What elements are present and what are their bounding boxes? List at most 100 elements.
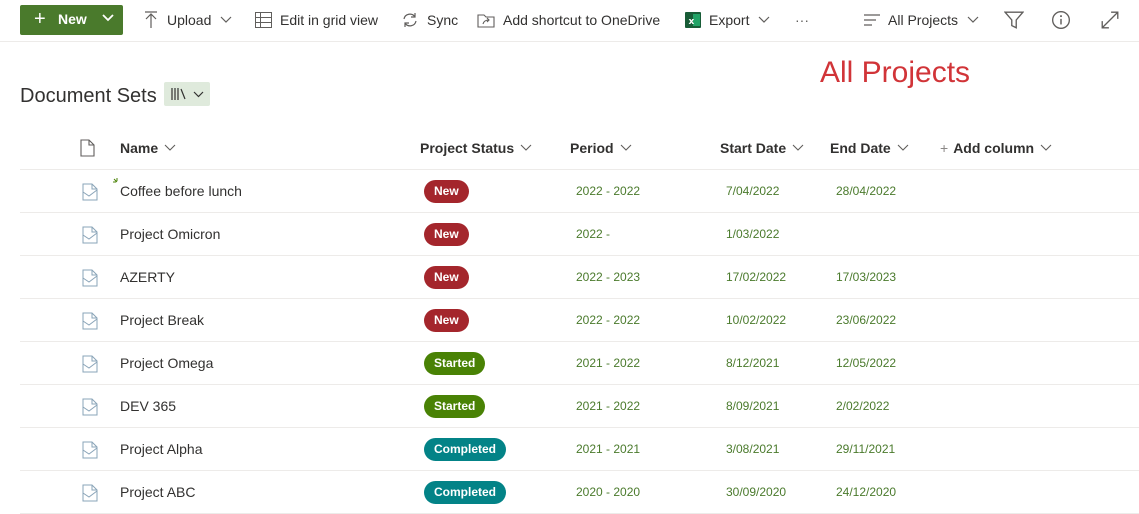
row-name[interactable]: Project Omicron xyxy=(120,226,220,242)
excel-icon: x xyxy=(685,12,701,28)
plus-icon: + xyxy=(34,8,46,30)
row-period: 2022 - 2022 xyxy=(576,313,641,327)
chevron-down-icon xyxy=(620,144,631,151)
more-icon: ··· xyxy=(795,12,809,28)
document-set-icon xyxy=(82,355,98,373)
status-badge: Started xyxy=(424,395,486,418)
row-end-date: 28/04/2022 xyxy=(836,184,897,198)
add-shortcut-onedrive-button[interactable]: Add shortcut to OneDrive xyxy=(477,0,660,40)
info-icon[interactable] xyxy=(1051,10,1071,30)
status-badge: Completed xyxy=(424,481,507,504)
row-start-date: 30/09/2020 xyxy=(726,485,787,499)
grid-icon xyxy=(255,12,272,28)
export-button[interactable]: x Export xyxy=(685,0,770,40)
chevron-down-icon xyxy=(759,16,770,23)
table-row[interactable]: DEV 365 Started 2021 - 2022 8/09/2021 2/02/2… xyxy=(20,385,1139,428)
page-title: Document Sets xyxy=(20,85,157,107)
row-name[interactable]: Project ABC xyxy=(120,484,195,500)
table-row[interactable]: Project Omega Started 2021 - 2022 8/12/2021… xyxy=(20,342,1139,385)
document-set-icon xyxy=(82,484,98,502)
row-period: 2022 - xyxy=(576,227,611,241)
view-title: All Projects xyxy=(820,56,971,89)
sync-icon xyxy=(403,13,417,27)
document-set-icon xyxy=(82,226,98,244)
chevron-down-icon xyxy=(967,16,979,23)
status-badge: Completed xyxy=(424,438,507,461)
edit-grid-view-button[interactable]: Edit in grid view xyxy=(255,0,378,40)
row-end-date: 12/05/2022 xyxy=(836,356,897,370)
row-name[interactable]: Project Omega xyxy=(120,355,213,371)
more-options-button[interactable]: ··· xyxy=(795,0,809,40)
file-type-icon[interactable] xyxy=(80,139,95,157)
chevron-down-icon xyxy=(102,14,114,22)
view-list-icon xyxy=(864,14,880,26)
row-end-date: 17/03/2023 xyxy=(836,270,897,284)
chevron-down-icon xyxy=(520,144,532,151)
chevron-down-icon xyxy=(897,144,909,151)
row-start-date: 8/12/2021 xyxy=(726,356,780,370)
row-start-date: 10/02/2022 xyxy=(726,313,787,327)
row-end-date: 2/02/2022 xyxy=(836,399,890,413)
chevron-down-icon xyxy=(792,144,804,151)
table-row[interactable]: Project ABC Completed 2020 - 2020 30/09/202… xyxy=(20,471,1139,514)
table-row[interactable]: Coffee before lunch New 2022 - 2022 7/04/20… xyxy=(20,170,1139,213)
row-end-date: 24/12/2020 xyxy=(836,485,897,499)
chevron-down-icon xyxy=(1040,144,1052,151)
list-header: Name Project Status Period Start Date En… xyxy=(20,127,1139,170)
chevron-down-icon xyxy=(193,91,204,98)
filter-icon[interactable] xyxy=(1004,10,1024,30)
add-column-button[interactable]: + Add column xyxy=(940,140,1052,156)
table-row[interactable]: Project Break New 2022 - 2022 10/02/2022 23/… xyxy=(20,299,1139,342)
chevron-down-icon xyxy=(164,144,176,151)
row-start-date: 7/04/2022 xyxy=(726,184,780,198)
status-badge: New xyxy=(424,180,469,203)
row-name[interactable]: Project Break xyxy=(120,312,204,328)
new-button-label: New xyxy=(58,11,87,27)
row-period: 2021 - 2022 xyxy=(576,399,641,413)
column-header-start-date[interactable]: Start Date xyxy=(720,140,804,156)
plus-icon: + xyxy=(940,140,949,156)
row-period: 2022 - 2023 xyxy=(576,270,641,284)
row-end-date: 29/11/2021 xyxy=(836,442,896,456)
column-header-name[interactable]: Name xyxy=(120,140,176,156)
row-start-date: 1/03/2022 xyxy=(726,227,780,241)
new-button[interactable]: + New xyxy=(20,5,123,35)
document-set-icon xyxy=(82,183,98,201)
row-name[interactable]: AZERTY xyxy=(120,269,175,285)
table-row[interactable]: AZERTY New 2022 - 2023 17/02/2022 17/03/2023 xyxy=(20,256,1139,299)
row-period: 2020 - 2020 xyxy=(576,485,641,499)
command-bar: + New Upload Edit in grid view Sync Add … xyxy=(0,0,1139,42)
shortcut-icon xyxy=(477,14,495,28)
chevron-down-icon xyxy=(220,16,232,23)
document-set-icon xyxy=(82,441,98,459)
status-badge: New xyxy=(424,309,469,332)
view-switcher-button[interactable] xyxy=(164,82,210,106)
view-selector[interactable]: All Projects xyxy=(864,0,979,40)
row-end-date: 23/06/2022 xyxy=(836,313,897,327)
upload-button[interactable]: Upload xyxy=(143,0,232,40)
row-period: 2021 - 2021 xyxy=(576,442,641,456)
row-name[interactable]: Project Alpha xyxy=(120,441,203,457)
expand-icon[interactable] xyxy=(1100,10,1120,30)
column-header-project-status[interactable]: Project Status xyxy=(420,140,532,156)
svg-text:x: x xyxy=(689,17,695,27)
row-start-date: 8/09/2021 xyxy=(726,399,780,413)
row-start-date: 17/02/2022 xyxy=(726,270,787,284)
row-name[interactable]: Coffee before lunch xyxy=(120,183,242,199)
column-header-period[interactable]: Period xyxy=(570,140,632,156)
table-row[interactable]: Project Omicron New 2022 - 1/03/2022 xyxy=(20,213,1139,256)
upload-icon xyxy=(145,11,157,28)
status-badge: New xyxy=(424,266,469,289)
document-set-icon xyxy=(82,312,98,330)
sync-button[interactable]: Sync xyxy=(401,0,458,40)
status-badge: Started xyxy=(424,352,486,375)
row-period: 2021 - 2022 xyxy=(576,356,641,370)
document-set-icon xyxy=(82,398,98,416)
document-set-icon xyxy=(82,269,98,287)
row-period: 2022 - 2022 xyxy=(576,184,641,198)
status-badge: New xyxy=(424,223,469,246)
row-name[interactable]: DEV 365 xyxy=(120,398,176,414)
library-icon xyxy=(171,88,186,100)
column-header-end-date[interactable]: End Date xyxy=(830,140,909,156)
table-row[interactable]: Project Alpha Completed 2021 - 2021 3/08/20… xyxy=(20,428,1139,471)
